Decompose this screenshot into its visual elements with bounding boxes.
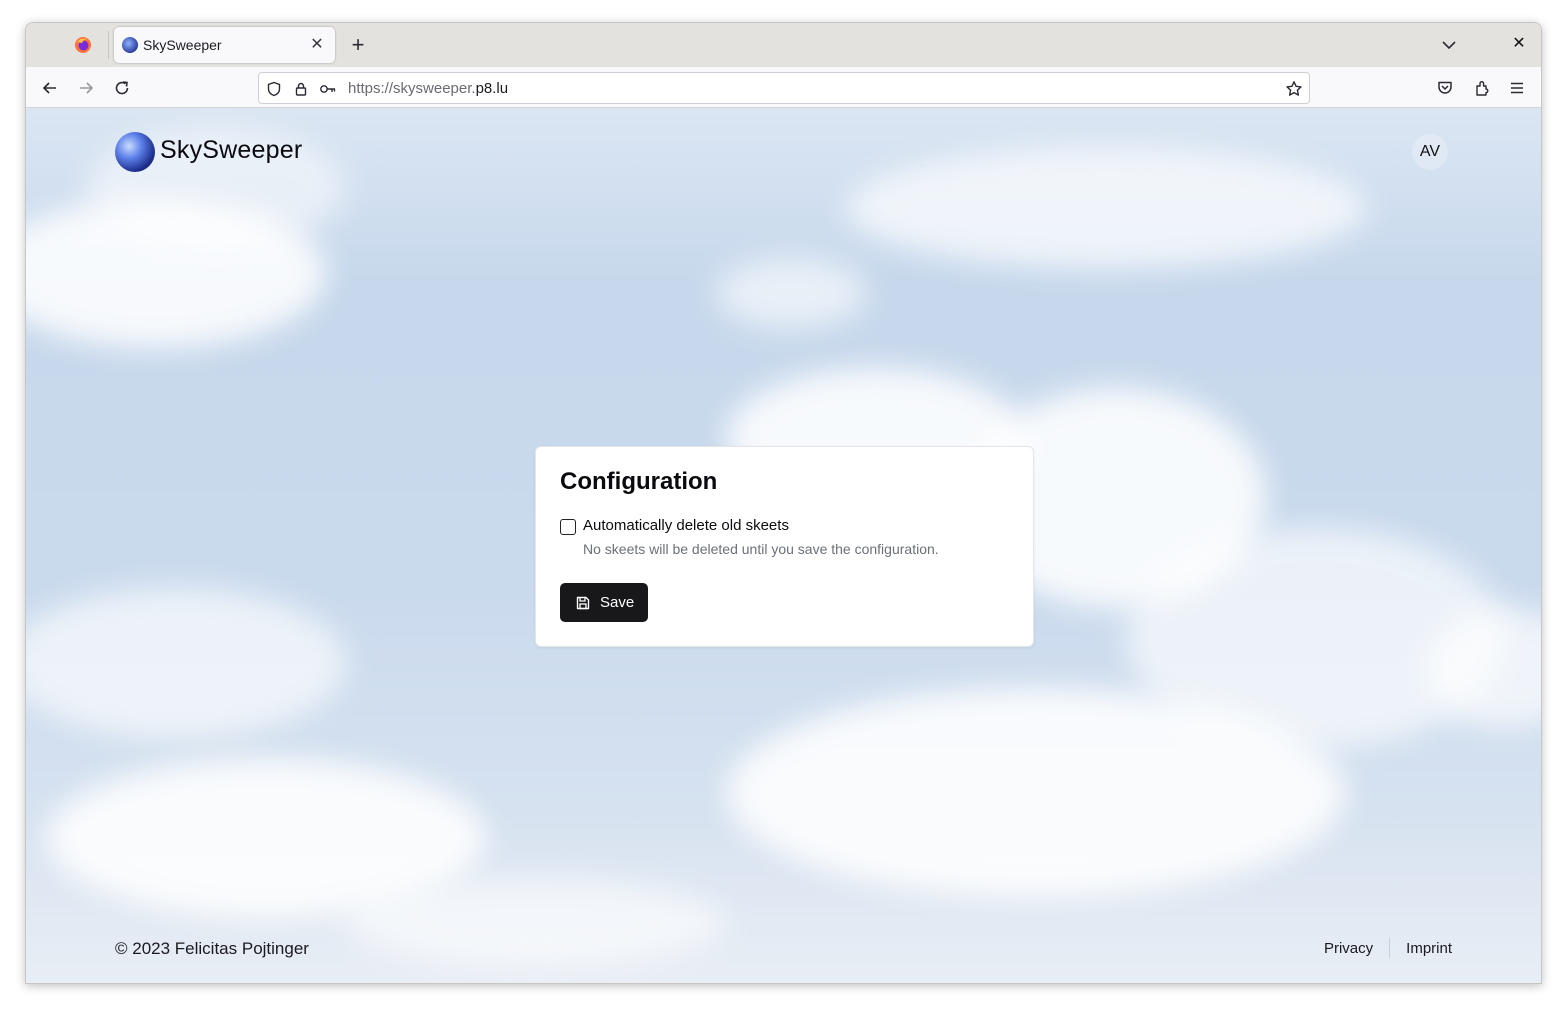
auto-delete-checkbox[interactable]	[560, 519, 576, 535]
cloud-decoration	[846, 148, 1366, 268]
cloud-decoration	[716, 258, 866, 328]
save-button-label: Save	[600, 594, 635, 611]
skysweeper-logo[interactable]	[115, 132, 155, 172]
key-icon[interactable]	[319, 80, 337, 98]
pocket-button[interactable]	[1433, 76, 1457, 100]
user-avatar[interactable]: AV	[1412, 134, 1448, 170]
auto-delete-label[interactable]: Automatically delete old skeets	[583, 517, 789, 534]
cloud-decoration	[726, 688, 1346, 898]
tabs-list-chevron-icon[interactable]	[1439, 35, 1459, 55]
auto-delete-help-text: No skeets will be deleted until you save…	[583, 541, 939, 557]
brand-name[interactable]: SkySweeper	[160, 136, 302, 165]
browser-window: SkySweeper ✕ + ✕ https://skysweeper.p8.l…	[25, 22, 1542, 984]
window-close-icon[interactable]: ✕	[1509, 34, 1529, 54]
configuration-card: Configuration Automatically delete old s…	[535, 446, 1034, 647]
tab-strip: SkySweeper ✕ + ✕	[26, 23, 1541, 67]
url-bar[interactable]: https://skysweeper.p8.lu	[258, 72, 1310, 104]
url-prefix: https://skysweeper.	[348, 80, 476, 97]
shield-icon[interactable]	[265, 80, 283, 98]
pocket-icon	[1438, 81, 1452, 94]
skysweeper-favicon-icon	[122, 37, 138, 53]
tab-skysweeper[interactable]: SkySweeper ✕	[114, 27, 335, 63]
extensions-icon	[1476, 81, 1489, 96]
extensions-button[interactable]	[1470, 76, 1494, 100]
footer-divider	[1389, 938, 1391, 958]
reload-icon	[115, 81, 129, 95]
star-icon[interactable]	[1285, 80, 1303, 98]
forward-arrow-icon	[80, 82, 94, 94]
navigation-bar: https://skysweeper.p8.lu	[26, 67, 1541, 108]
new-tab-button[interactable]: +	[346, 33, 370, 57]
footer-copyright: © 2023 Felicitas Pojtinger	[115, 939, 309, 958]
forward-button[interactable]	[74, 76, 98, 100]
menu-icon	[1511, 82, 1523, 94]
card-title: Configuration	[560, 468, 718, 495]
tab-title: SkySweeper	[143, 37, 222, 53]
page-content: SkySweeper AV Configuration Automaticall…	[26, 108, 1541, 983]
url-text[interactable]: https://skysweeper.p8.lu	[348, 80, 508, 97]
back-arrow-icon	[42, 82, 56, 94]
back-button[interactable]	[38, 76, 62, 100]
tab-close-icon[interactable]: ✕	[307, 35, 327, 55]
url-host: p8.lu	[475, 80, 509, 97]
app-menu-button[interactable]	[1505, 76, 1529, 100]
floppy-disk-icon	[576, 596, 590, 609]
cloud-decoration	[346, 878, 726, 968]
footer-link-imprint[interactable]: Imprint	[1406, 940, 1452, 957]
tab-separator	[108, 31, 109, 59]
cloud-decoration	[26, 588, 346, 738]
footer-link-privacy[interactable]: Privacy	[1324, 940, 1373, 957]
footer-links: Privacy Imprint	[1324, 938, 1452, 958]
firefox-icon[interactable]	[73, 35, 93, 55]
reload-button[interactable]	[110, 76, 134, 100]
lock-icon[interactable]	[292, 80, 310, 98]
save-button[interactable]: Save	[560, 583, 648, 622]
